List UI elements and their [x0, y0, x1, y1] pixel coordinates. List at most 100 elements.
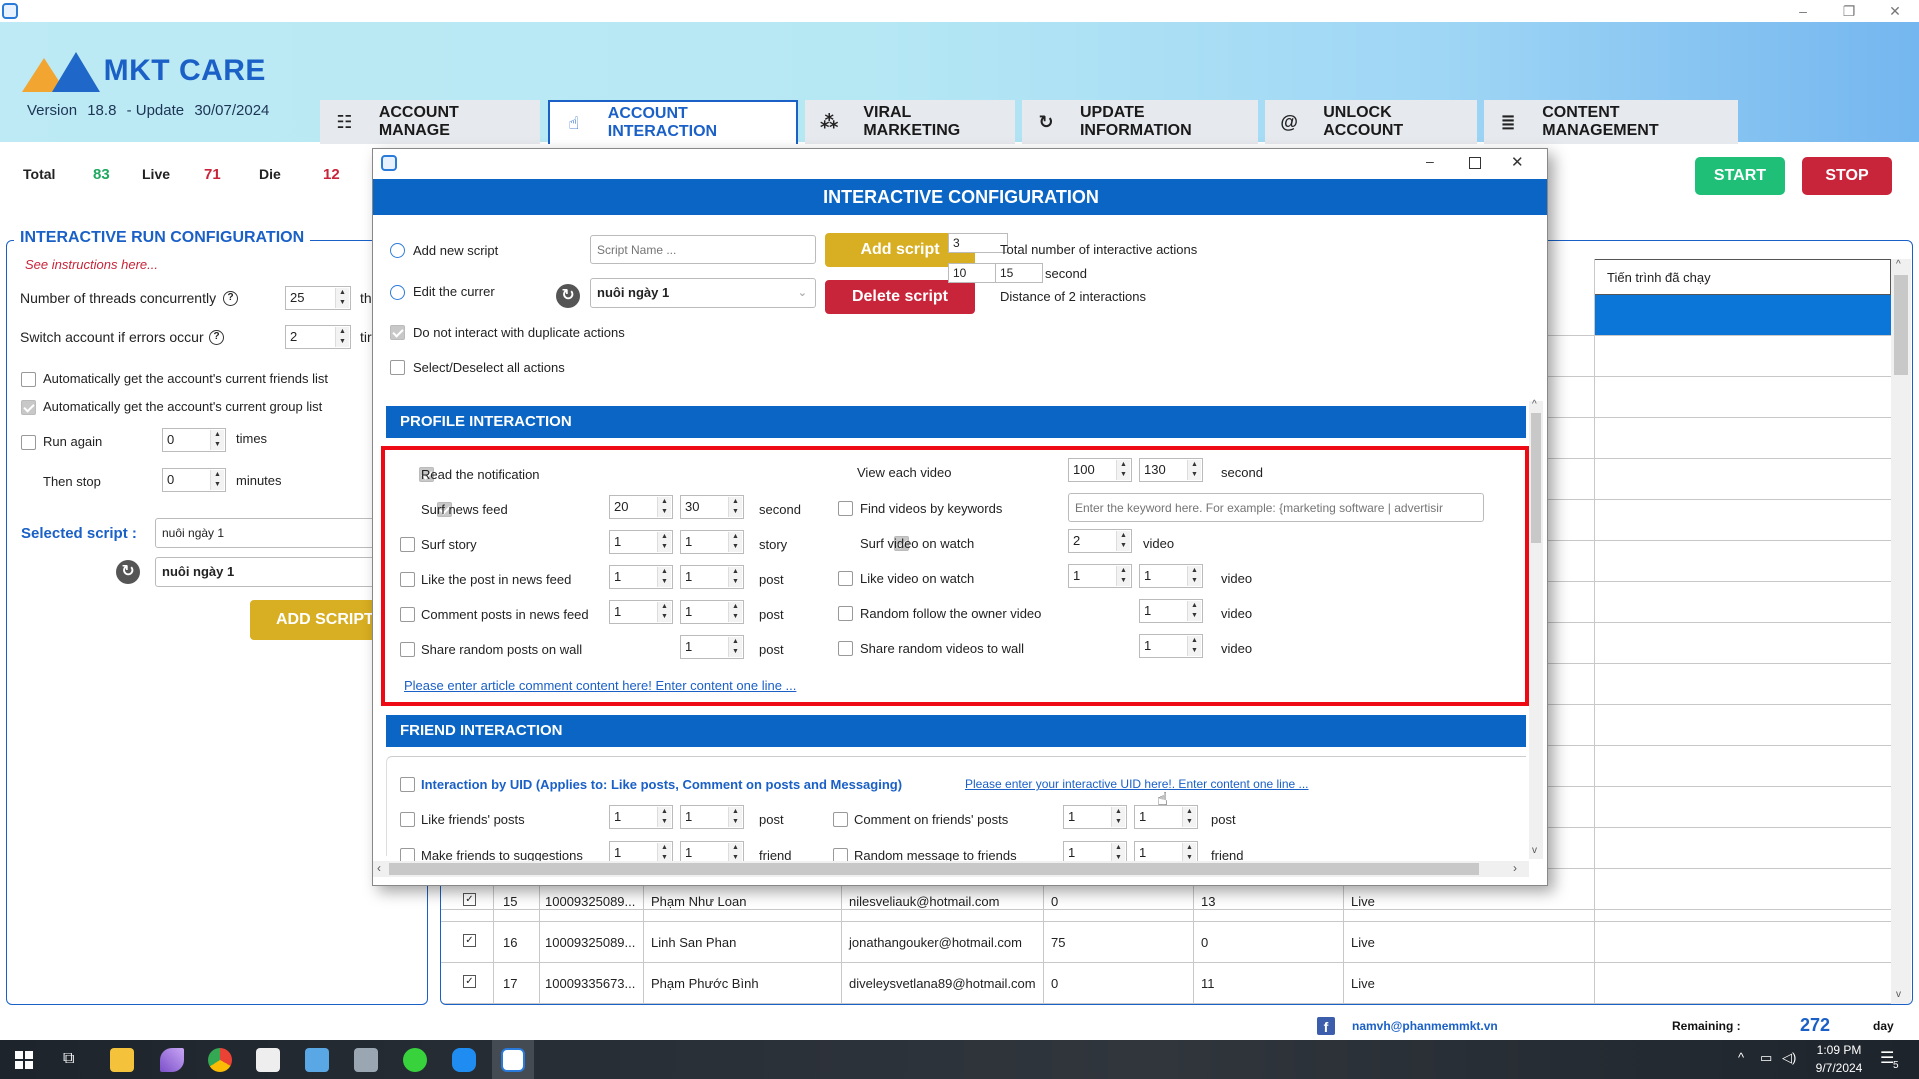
tray-chevron-icon[interactable]: ^ [1738, 1050, 1744, 1065]
like-post-max[interactable]: 1 ▲ ▼ [680, 565, 744, 589]
script-dropdown[interactable]: nuôi ngày 1 [155, 557, 385, 587]
spinner-arrows-icon[interactable]: ▲ ▼ [657, 497, 671, 517]
instructions-link[interactable]: See instructions here... [25, 257, 158, 272]
row-checkbox[interactable]: ✓ [463, 975, 476, 988]
spinner-arrows-icon[interactable]: ▲ ▼ [1187, 566, 1201, 586]
row-checkbox[interactable]: ✓ [463, 893, 476, 906]
spinner-arrows-icon[interactable]: ▲ ▼ [1116, 566, 1130, 586]
row-checkbox[interactable]: ✓ [463, 934, 476, 947]
comment-friends-max[interactable]: 1 ▲ ▼ [1134, 805, 1198, 829]
uid-content-link[interactable]: Please enter your interactive UID here!.… [965, 777, 1309, 791]
spinner-arrows-icon[interactable]: ▲ ▼ [728, 602, 742, 622]
table-vertical-scrollbar[interactable]: ^ v [1891, 259, 1911, 1004]
scrollbar-thumb[interactable] [1894, 275, 1908, 375]
zalo-icon[interactable] [452, 1048, 476, 1072]
like-video-max[interactable]: 1 ▲ ▼ [1139, 564, 1203, 588]
spinner-arrows-icon[interactable]: ▲ ▼ [728, 567, 742, 587]
tab-viral-marketing[interactable]: ⁂ VIRAL MARKETING [805, 100, 1015, 144]
run-again-checkbox[interactable] [21, 435, 36, 450]
scrollbar-thumb[interactable] [389, 863, 1479, 875]
windows-start-icon[interactable] [15, 1051, 33, 1069]
like-friends-max[interactable]: 1 ▲ ▼ [680, 805, 744, 829]
edit-current-radio[interactable] [390, 285, 405, 300]
add-new-script-radio[interactable] [390, 243, 405, 258]
dialog-minimize-button[interactable]: – [1426, 153, 1434, 169]
auto-friends-checkbox[interactable] [21, 372, 36, 387]
total-actions-input[interactable]: 3 [948, 233, 1008, 253]
comment-friends-min[interactable]: 1 ▲ ▼ [1063, 805, 1127, 829]
distance-max-input[interactable]: 15 [995, 263, 1043, 283]
share-videos-checkbox[interactable] [838, 641, 853, 656]
help-icon[interactable]: ? [209, 330, 224, 345]
view-video-min[interactable]: 100 ▲ ▼ [1068, 458, 1132, 482]
dialog-horizontal-scrollbar[interactable]: ‹ › [373, 861, 1529, 877]
like-post-checkbox[interactable] [400, 572, 415, 587]
minimize-button[interactable]: – [1780, 0, 1826, 22]
dialog-close-button[interactable]: ✕ [1511, 153, 1524, 171]
comment-content-link[interactable]: Please enter article comment content her… [404, 678, 796, 693]
mkt-care-taskbar-icon[interactable] [501, 1048, 525, 1072]
clock-time[interactable]: 1:09 PM [1814, 1043, 1864, 1057]
script-name-input[interactable] [590, 235, 816, 264]
refresh-icon[interactable]: ↻ [116, 560, 140, 584]
refresh-scripts-icon[interactable]: ↻ [556, 284, 580, 308]
like-friends-checkbox[interactable] [400, 812, 415, 827]
tab-unlock-account[interactable]: @ UNLOCK ACCOUNT [1265, 100, 1477, 144]
scroll-right-icon[interactable]: › [1513, 861, 1517, 875]
table-row[interactable]: ✓ 15 10009325089... Phạm Như Loan nilesv… [441, 881, 1891, 922]
scrollbar-thumb[interactable] [1531, 413, 1541, 543]
spinner-arrows-icon[interactable]: ▲ ▼ [1187, 601, 1201, 621]
spinner-arrows-icon[interactable]: ▲ ▼ [1182, 843, 1196, 863]
keyword-input[interactable] [1068, 493, 1484, 522]
spinner-arrows-icon[interactable]: ▲ ▼ [728, 637, 742, 657]
select-all-checkbox[interactable] [390, 360, 405, 375]
contact-email[interactable]: namvh@phanmemmkt.vn [1352, 1019, 1498, 1033]
spinner-arrows-icon[interactable]: ▲ ▼ [1182, 807, 1196, 827]
by-uid-checkbox[interactable] [400, 777, 415, 792]
selected-script-field[interactable]: nuôi ngày 1 [155, 518, 385, 548]
like-video-min[interactable]: 1 ▲ ▼ [1068, 564, 1132, 588]
spinner-arrows-icon[interactable]: ▲ ▼ [657, 602, 671, 622]
surf-video-count[interactable]: 2 ▲ ▼ [1068, 529, 1132, 553]
scroll-up-icon[interactable]: ^ [1532, 399, 1537, 410]
run-again-spinner[interactable]: 0 ▲ ▼ [162, 428, 226, 452]
spinner-arrows-icon[interactable]: ▲ ▼ [657, 567, 671, 587]
no-duplicate-checkbox[interactable] [390, 325, 405, 340]
scroll-down-icon[interactable]: v [1896, 989, 1901, 1000]
spinner-arrows-icon[interactable]: ▲ ▼ [210, 430, 224, 450]
app-grid-icon[interactable] [256, 1048, 280, 1072]
screen-app-icon[interactable] [305, 1048, 329, 1072]
chrome-icon[interactable] [208, 1048, 232, 1072]
dialog-maximize-button[interactable] [1469, 157, 1481, 169]
spinner-arrows-icon[interactable]: ▲ ▼ [657, 807, 671, 827]
stop-button[interactable]: STOP [1802, 157, 1892, 195]
then-stop-spinner[interactable]: 0 ▲ ▼ [162, 468, 226, 492]
switch-spinner[interactable]: 2 ▲ ▼ [285, 325, 351, 349]
restore-button[interactable]: ❐ [1826, 0, 1872, 22]
auto-groups-checkbox[interactable] [21, 400, 36, 415]
spinner-arrows-icon[interactable]: ▲ ▼ [335, 327, 349, 347]
selected-row-cell[interactable] [1595, 295, 1891, 335]
table-row[interactable]: ✓ 17 10009335673... Phạm Phước Bình dive… [441, 963, 1891, 1004]
spinner-arrows-icon[interactable]: ▲ ▼ [728, 807, 742, 827]
like-video-checkbox[interactable] [838, 571, 853, 586]
surf-story-min[interactable]: 1 ▲ ▼ [609, 530, 673, 554]
spinner-arrows-icon[interactable]: ▲ ▼ [1111, 843, 1125, 863]
share-post-checkbox[interactable] [400, 642, 415, 657]
surf-news-feed-min[interactable]: 20 ▲ ▼ [609, 495, 673, 519]
table-row[interactable]: ✓ 16 10009325089... Linh San Phan jonath… [441, 922, 1891, 963]
delete-script-button[interactable]: Delete script [825, 280, 975, 314]
surf-news-feed-max[interactable]: 30 ▲ ▼ [680, 495, 744, 519]
network-icon[interactable]: ▭ [1760, 1050, 1772, 1066]
follow-owner-count[interactable]: 1 ▲ ▼ [1139, 599, 1203, 623]
spinner-arrows-icon[interactable]: ▲ ▼ [728, 497, 742, 517]
comment-post-checkbox[interactable] [400, 607, 415, 622]
spinner-arrows-icon[interactable]: ▲ ▼ [728, 532, 742, 552]
current-script-dropdown[interactable]: nuôi ngày 1 ⌄ [590, 278, 816, 308]
follow-owner-checkbox[interactable] [838, 606, 853, 621]
spinner-arrows-icon[interactable]: ▲ ▼ [1187, 460, 1201, 480]
comment-post-max[interactable]: 1 ▲ ▼ [680, 600, 744, 624]
spinner-arrows-icon[interactable]: ▲ ▼ [657, 532, 671, 552]
spinner-arrows-icon[interactable]: ▲ ▼ [1116, 460, 1130, 480]
feather-app-icon[interactable] [160, 1048, 184, 1072]
